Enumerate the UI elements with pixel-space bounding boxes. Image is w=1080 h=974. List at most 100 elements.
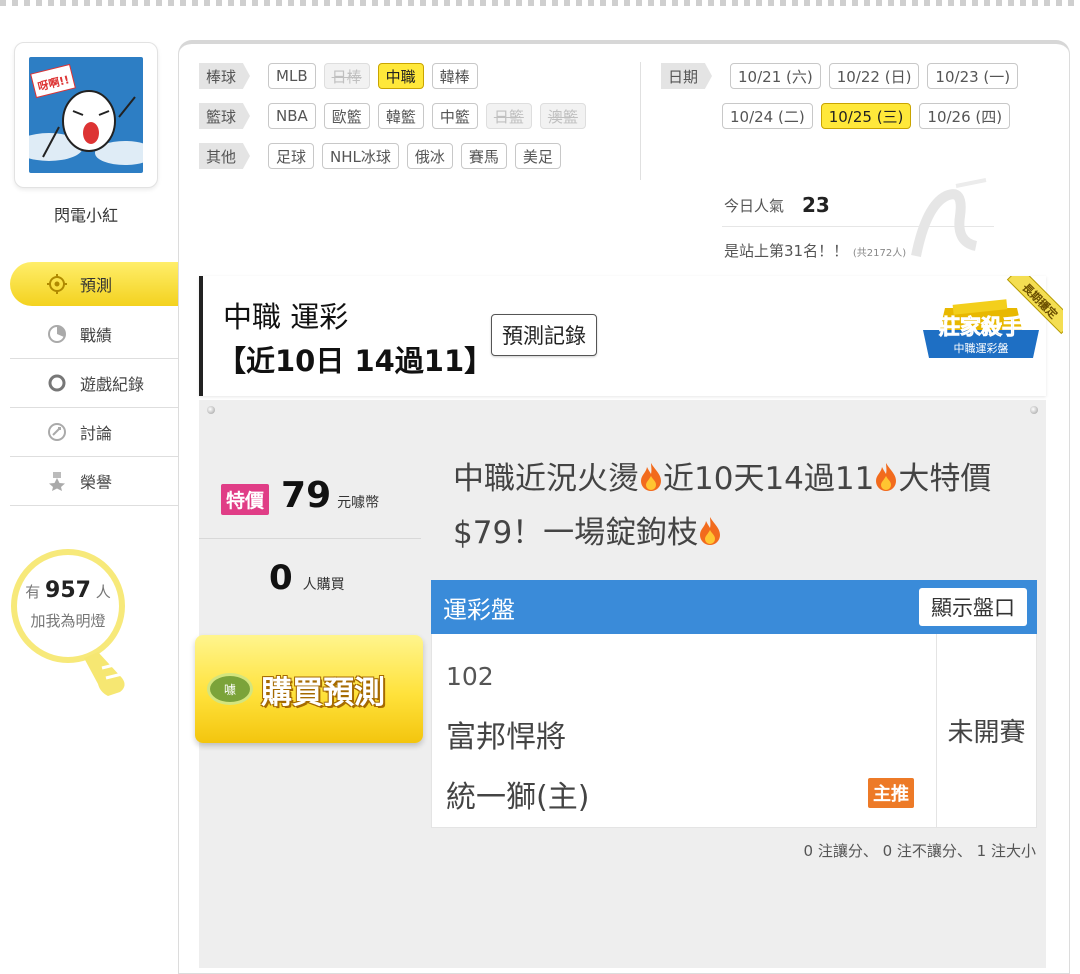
- buy-prediction-button[interactable]: 噱 購買預測: [195, 635, 423, 743]
- prediction-body-card: 特價 79 元噱幣 0 人購買 噱 購買預測 中職近況火燙 近10天14過11 大特…: [195, 400, 1046, 968]
- odds-panel-title: 運彩盤: [443, 595, 515, 624]
- filter-chip-nfl[interactable]: 美足: [514, 143, 561, 169]
- sidebar-item-label: 戰績: [80, 326, 113, 345]
- prediction-headline: 中職近況火燙 近10天14過11 大特價$79！一場錠鉤枝: [453, 452, 1033, 560]
- filter-chip-cpbl[interactable]: 中職: [377, 63, 424, 89]
- filter-chip-nhl[interactable]: NHL冰球: [322, 143, 399, 169]
- sidebar-item-label: 討論: [80, 424, 113, 443]
- filter-chip-mlb[interactable]: MLB: [268, 63, 316, 89]
- sidebar-item-label: 預測: [80, 276, 113, 295]
- rank-note: (共2172人): [852, 248, 907, 259]
- date-chip-1025[interactable]: 10/25 (三): [820, 103, 912, 129]
- sidebar-item-honor[interactable]: 榮譽: [10, 457, 178, 506]
- filter-chip-aus-basketball: 澳籃: [539, 103, 586, 129]
- team-away: 富邦悍將: [446, 720, 566, 755]
- special-price-tag: 特價: [221, 484, 270, 515]
- buyers-label: 人購買: [302, 577, 345, 593]
- date-chip-1024[interactable]: 10/24 (二): [722, 103, 813, 129]
- buy-prediction-label: 購買預測: [261, 674, 385, 711]
- top-dashed-border: [0, 0, 1080, 6]
- sidebar-item-record[interactable]: 戰績: [10, 310, 178, 359]
- filter-chip-npb: 日棒: [323, 63, 370, 89]
- popularity-divider: [722, 226, 994, 227]
- filter-row-other: 其他 足球 NHL冰球 俄冰 賽馬 美足: [199, 143, 561, 169]
- filter-chip-korea-basketball[interactable]: 韓籃: [377, 103, 424, 129]
- price-value: 79: [281, 475, 332, 516]
- rank-text: 是站上第31名！！: [724, 242, 849, 260]
- pin-left-icon: [207, 406, 215, 414]
- filter-chip-soccer[interactable]: 足球: [268, 143, 315, 169]
- target-icon: [46, 273, 68, 295]
- headline-part-2: 近10天14過11: [663, 461, 875, 497]
- sidebar-item-label: 遊戲紀錄: [80, 375, 145, 394]
- sidebar-item-label: 榮譽: [80, 473, 113, 492]
- filter-chip-euro-basketball[interactable]: 歐籃: [323, 103, 370, 129]
- fire-icon: [641, 463, 661, 491]
- pin-right-icon: [1030, 406, 1038, 414]
- coin-icon: 噱: [207, 673, 253, 705]
- headline-part-1: 中職近況火燙: [453, 461, 639, 497]
- price-row: 特價 79 元噱幣: [221, 475, 379, 516]
- team-home: 統一獅(主): [446, 780, 590, 815]
- popularity-label: 今日人氣: [724, 196, 785, 215]
- game-status: 未開賽: [947, 718, 1026, 748]
- prediction-header-card: 中職 運彩 【近10日 14過11】 預測記錄 莊家殺手 中職運彩盤 長期穩定: [199, 276, 1063, 396]
- popularity-value: 23: [802, 193, 830, 217]
- game-info: 102 富邦悍將 統一獅(主) 主推: [432, 634, 937, 827]
- fans-count: 有 957 人: [14, 578, 122, 603]
- category-label-baseball: 棒球: [199, 63, 251, 89]
- side-nav: 預測 戰績 遊戲紀錄 討論 榮譽: [10, 262, 188, 506]
- page-title: 中職 運彩: [223, 300, 349, 334]
- date-chip-1022[interactable]: 10/22 (日): [828, 63, 920, 89]
- avatar[interactable]: 呀啊!!: [14, 42, 158, 188]
- category-label-basketball: 籃球: [199, 103, 251, 129]
- bet-summary: 0 注讓分、 0 注不讓分、 1 注大小: [803, 842, 1036, 860]
- banker-killer-badge: 莊家殺手 中職運彩盤 長期穩定: [923, 276, 1063, 358]
- filter-row-basketball: 籃球 NBA 歐籃 韓籃 中籃 日籃 澳籃: [199, 103, 586, 129]
- date-row-1: 日期 10/21 (六) 10/22 (日) 10/23 (一): [661, 63, 1019, 89]
- prediction-record-button[interactable]: 預測記錄: [491, 314, 597, 356]
- site-rank: 是站上第31名！！ (共2172人): [724, 240, 906, 261]
- fans-number: 957: [45, 578, 91, 603]
- sidebar-item-game-log[interactable]: 遊戲紀錄: [10, 359, 178, 408]
- buyers-number: 0: [269, 558, 293, 598]
- fans-suffix: 人: [95, 583, 111, 601]
- date-chip-1023[interactable]: 10/23 (一): [927, 63, 1019, 89]
- filter-chip-nba[interactable]: NBA: [268, 103, 316, 129]
- date-row-2: 10/24 (二) 10/25 (三) 10/26 (四): [722, 103, 1011, 129]
- circle-icon: [46, 372, 68, 394]
- badge-sub-text: 中職運彩盤: [954, 342, 1009, 355]
- main-pick-badge: 主推: [868, 778, 914, 808]
- game-number: 102: [446, 662, 494, 691]
- filter-chip-kbo[interactable]: 韓棒: [431, 63, 478, 89]
- fire-icon: [876, 463, 897, 491]
- price-unit: 元噱幣: [337, 495, 380, 511]
- page-subtitle: 【近10日 14過11】: [217, 344, 494, 378]
- category-label-other: 其他: [199, 143, 251, 169]
- chart-icon: [46, 323, 68, 345]
- sidebar-item-discussion[interactable]: 討論: [10, 408, 178, 457]
- fire-icon: [700, 517, 721, 545]
- filter-chip-horse-racing[interactable]: 賽馬: [460, 143, 507, 169]
- badge-main-text: 莊家殺手: [939, 315, 1023, 339]
- user-name: 閃電小紅: [53, 206, 118, 225]
- sidebar-item-predict[interactable]: 預測: [10, 262, 188, 306]
- filter-divider: [640, 62, 641, 180]
- date-chip-1026[interactable]: 10/26 (四): [919, 103, 1011, 129]
- sketch-decoration-icon: [911, 178, 987, 257]
- filter-chip-khl[interactable]: 俄冰: [406, 143, 453, 169]
- odds-panel-header: 運彩盤 顯示盤口: [431, 580, 1037, 634]
- popularity-today: 今日人氣 23: [724, 193, 830, 217]
- chat-icon: [46, 421, 68, 443]
- fans-prefix: 有: [25, 583, 41, 601]
- medal-icon: [46, 470, 68, 492]
- price-divider: [199, 538, 421, 539]
- odds-panel: 運彩盤 顯示盤口 102 富邦悍將 統一獅(主) 主推 未開賽: [431, 580, 1037, 828]
- filter-chip-china-basketball[interactable]: 中籃: [431, 103, 478, 129]
- filter-row-baseball: 棒球 MLB 日棒 中職 韓棒: [199, 63, 478, 89]
- date-chip-1021[interactable]: 10/21 (六): [730, 63, 821, 89]
- filter-chip-japan-basketball: 日籃: [485, 103, 532, 129]
- show-odds-button[interactable]: 顯示盤口: [919, 588, 1027, 626]
- avatar-image: 呀啊!!: [29, 57, 143, 173]
- category-label-date: 日期: [661, 63, 713, 89]
